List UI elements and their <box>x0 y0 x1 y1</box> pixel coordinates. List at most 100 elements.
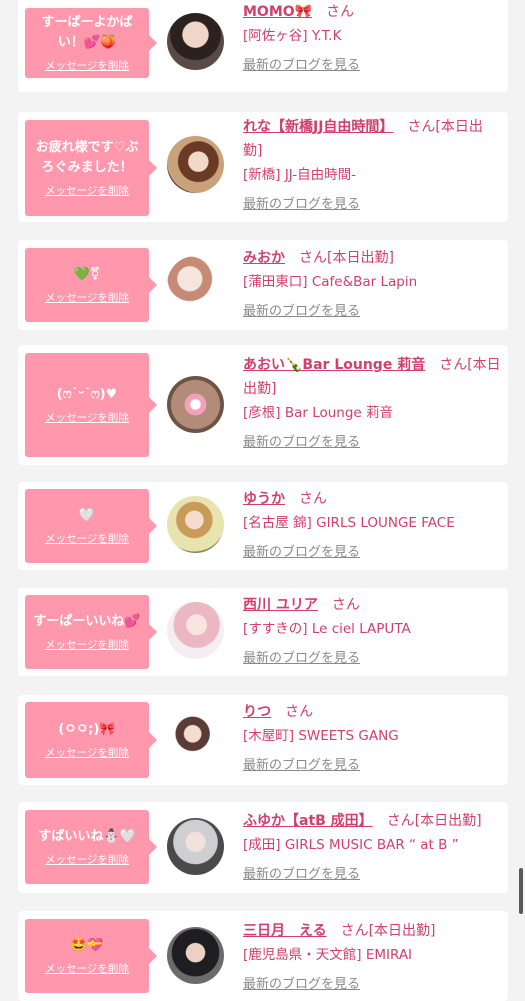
profile-name-link[interactable]: 三日月 える <box>243 923 327 939</box>
message-bubble: 🤩💝 メッセージを削除 <box>25 919 157 993</box>
profile-info: 西川 ユリア さん [すすきの] Le ciel LAPUTA 最新のブログを見る <box>243 593 501 666</box>
latest-blog-link[interactable]: 最新のブログを見る <box>243 541 360 560</box>
profile-name-link[interactable]: ふゆか【atB 成田】 <box>243 813 373 829</box>
shop-name: [彦根] Bar Lounge 莉音 <box>243 405 394 421</box>
delete-message-link[interactable]: メッセージを削除 <box>45 58 129 73</box>
avatar-photo-eru[interactable] <box>167 927 224 984</box>
message-text: (ෆ˙ᵕ˙ෆ)♥ <box>56 387 118 402</box>
delete-message-link[interactable]: メッセージを削除 <box>45 410 129 425</box>
message-card: (ෆ˙ᵕ˙ෆ)♥ メッセージを削除 あおい🍾Bar Lounge 莉音 さん[本日… <box>18 345 508 465</box>
delete-message-link[interactable]: メッセージを削除 <box>45 290 129 305</box>
message-bubble: (ㅇㅇ;)🎀 メッセージを削除 <box>25 702 157 778</box>
profile-name-link[interactable]: MOMO🎀 <box>243 4 312 20</box>
profile-info: れな【新橋JJ自由時間】 さん[本日出勤] [新橋] JJ-自由時間- 最新のブロ… <box>243 115 501 212</box>
message-bubble: 💚⚧ メッセージを削除 <box>25 248 157 322</box>
message-text: 💚⚧ <box>73 267 101 282</box>
latest-blog-link[interactable]: 最新のブログを見る <box>243 647 360 666</box>
shop-name: [阿佐ヶ谷] Y.T.K <box>243 28 342 44</box>
profile-name-link[interactable]: ゆうか <box>243 491 285 507</box>
profile-info: ふゆか【atB 成田】 さん[本日出勤] [成田] GIRLS MUSIC BAR… <box>243 809 501 882</box>
message-bubble: (ෆ˙ᵕ˙ෆ)♥ メッセージを削除 <box>25 353 157 457</box>
shop-name: [すすきの] Le ciel LAPUTA <box>243 621 411 637</box>
profile-name-link[interactable]: りつ <box>243 704 271 720</box>
profile-name-link[interactable]: れな【新橋JJ自由時間】 <box>243 119 393 135</box>
name-line: MOMO🎀 さん <box>243 0 501 24</box>
latest-blog-link[interactable]: 最新のブログを見る <box>243 193 360 212</box>
profile-info: MOMO🎀 さん [阿佐ヶ谷] Y.T.K 最新のブログを見る <box>243 0 501 73</box>
profile-info: 三日月 える さん[本日出勤] [鹿児島県・天文館] EMIRAI 最新のブログを… <box>243 919 501 992</box>
name-line: ゆうか さん <box>243 487 501 511</box>
message-card: すーぱーいいね💕 メッセージを削除 西川 ユリア さん [すすきの] Le cie… <box>18 588 508 676</box>
shop-name: [新橋] JJ-自由時間- <box>243 167 357 183</box>
message-text: お疲れ様です♡ぶろぐみました！ <box>35 140 139 175</box>
profile-info: ゆうか さん [名古屋 錦] GIRLS LOUNGE FACE 最新のブログを見… <box>243 487 501 560</box>
message-card: 🤍 メッセージを削除 ゆうか さん [名古屋 錦] GIRLS LOUNGE FA… <box>18 482 508 570</box>
scrollbar[interactable] <box>519 868 523 914</box>
honorific: さん <box>407 119 436 135</box>
message-card: お疲れ様です♡ぶろぐみました！ メッセージを削除 れな【新橋JJ自由時間】 さん[… <box>18 112 508 222</box>
honorific: さん <box>386 813 415 829</box>
profile-name-link[interactable]: みおか <box>243 250 285 266</box>
profile-name-link[interactable]: 西川 ユリア <box>243 597 318 613</box>
message-text: すばいいね⛄🤍 <box>38 829 136 844</box>
name-line: 西川 ユリア さん <box>243 593 501 617</box>
message-card: すばいいね⛄🤍 メッセージを削除 ふゆか【atB 成田】 さん[本日出勤] [成田… <box>18 802 508 893</box>
status-label: [本日出勤] <box>414 813 482 829</box>
message-card: (ㅇㅇ;)🎀 メッセージを削除 りつ さん [木屋町] SWEETS GANG 最… <box>18 695 508 785</box>
message-bubble: すばいいね⛄🤍 メッセージを削除 <box>25 810 157 884</box>
message-card: 💚⚧ メッセージを削除 みおか さん[本日出勤] [蒲田東口] Cafe&Bar … <box>18 240 508 330</box>
status-label: [本日出勤] <box>368 923 436 939</box>
latest-blog-link[interactable]: 最新のブログを見る <box>243 754 360 773</box>
shop-name: [蒲田東口] Cafe&Bar Lapin <box>243 274 418 290</box>
profile-info: あおい🍾Bar Lounge 莉音 さん[本日出勤] [彦根] Bar Loung… <box>243 353 501 450</box>
shop-name: [鹿児島県・天文館] EMIRAI <box>243 947 413 963</box>
message-card: 🤩💝 メッセージを削除 三日月 える さん[本日出勤] [鹿児島県・天文館] EM… <box>18 911 508 1001</box>
profile-info: りつ さん [木屋町] SWEETS GANG 最新のブログを見る <box>243 700 501 773</box>
honorific: さん <box>331 597 360 613</box>
avatar-photo-aoi[interactable] <box>167 376 224 433</box>
message-text: (ㅇㅇ;)🎀 <box>58 722 116 737</box>
shop-name: [名古屋 錦] GIRLS LOUNGE FACE <box>243 515 455 531</box>
shop-name: [木屋町] SWEETS GANG <box>243 728 399 744</box>
delete-message-link[interactable]: メッセージを削除 <box>45 852 129 867</box>
message-bubble: 🤍 メッセージを削除 <box>25 489 157 563</box>
honorific: さん <box>439 357 468 373</box>
avatar-photo-ritsu[interactable] <box>167 711 224 768</box>
name-line: 三日月 える さん[本日出勤] <box>243 919 501 943</box>
name-line: ふゆか【atB 成田】 さん[本日出勤] <box>243 809 501 833</box>
profile-info: みおか さん[本日出勤] [蒲田東口] Cafe&Bar Lapin 最新のブログ… <box>243 246 501 319</box>
latest-blog-link[interactable]: 最新のブログを見る <box>243 863 360 882</box>
delete-message-link[interactable]: メッセージを削除 <box>45 961 129 976</box>
name-line: れな【新橋JJ自由時間】 さん[本日出勤] <box>243 115 501 163</box>
latest-blog-link[interactable]: 最新のブログを見る <box>243 300 360 319</box>
avatar-photo-mioka[interactable] <box>167 256 224 313</box>
delete-message-link[interactable]: メッセージを削除 <box>45 637 129 652</box>
avatar-photo-yuka[interactable] <box>167 496 224 553</box>
status-label: [本日出勤] <box>327 250 394 266</box>
honorific: さん <box>299 491 327 507</box>
honorific: さん <box>299 250 327 266</box>
delete-message-link[interactable]: メッセージを削除 <box>45 531 129 546</box>
delete-message-link[interactable]: メッセージを削除 <box>45 183 129 198</box>
message-bubble: すーぱーいいね💕 メッセージを削除 <box>25 595 157 669</box>
message-card: すーぱーよかばい！💕🍑 メッセージを削除 MOMO🎀 さん [阿佐ヶ谷] Y.T.… <box>18 0 508 92</box>
name-line: りつ さん <box>243 700 501 724</box>
message-text: 🤩💝 <box>70 938 104 953</box>
message-bubble: すーぱーよかばい！💕🍑 メッセージを削除 <box>25 8 157 78</box>
avatar-photo-rena[interactable] <box>167 136 224 193</box>
honorific: さん <box>326 4 355 20</box>
name-line: みおか さん[本日出勤] <box>243 246 501 270</box>
latest-blog-link[interactable]: 最新のブログを見る <box>243 431 360 450</box>
profile-name-link[interactable]: あおい🍾Bar Lounge 莉音 <box>243 357 425 373</box>
avatar-photo-momo[interactable] <box>167 13 224 70</box>
honorific: さん <box>285 704 314 720</box>
delete-message-link[interactable]: メッセージを削除 <box>45 745 129 760</box>
avatar-photo-yuria[interactable] <box>167 602 224 659</box>
latest-blog-link[interactable]: 最新のブログを見る <box>243 54 360 73</box>
latest-blog-link[interactable]: 最新のブログを見る <box>243 973 360 992</box>
message-text: すーぱーいいね💕 <box>33 614 141 629</box>
avatar-photo-fuyuka[interactable] <box>167 818 224 875</box>
message-text: すーぱーよかばい！💕🍑 <box>41 15 133 50</box>
honorific: さん <box>340 923 369 939</box>
name-line: あおい🍾Bar Lounge 莉音 さん[本日出勤] <box>243 353 501 401</box>
